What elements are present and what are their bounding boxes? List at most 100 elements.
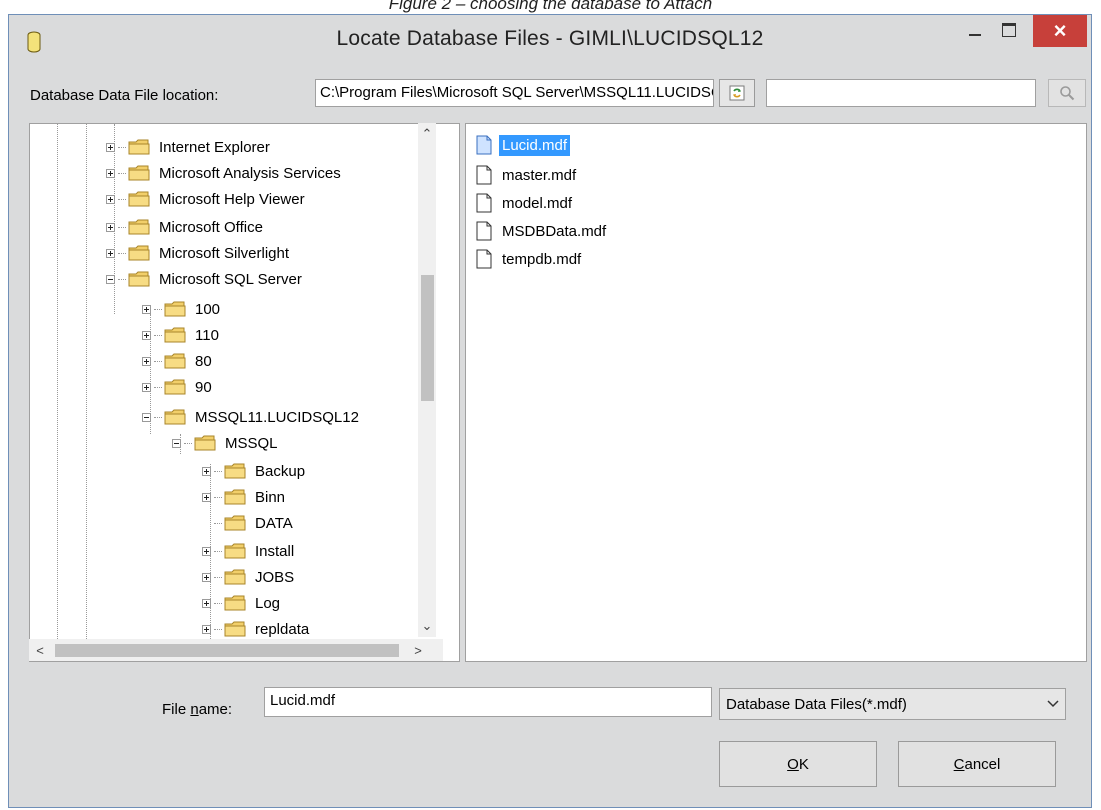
folder-icon [224, 569, 246, 585]
tree-item[interactable]: Binn [202, 484, 287, 510]
location-input[interactable]: C:\Program Files\Microsoft SQL Server\MS… [315, 79, 714, 107]
expand-icon[interactable] [142, 356, 151, 366]
folder-icon [164, 409, 186, 425]
file-list-item[interactable]: master.mdf [476, 162, 579, 188]
locate-database-dialog: Locate Database Files - GIMLI\LUCIDSQL12… [8, 14, 1092, 808]
refresh-icon [729, 85, 745, 101]
tree-item[interactable]: Log [202, 590, 282, 616]
folder-icon [128, 219, 150, 235]
file-name-input[interactable]: Lucid.mdf [264, 687, 712, 717]
folder-icon [224, 595, 246, 611]
tree-item[interactable]: Backup [202, 458, 307, 484]
cancel-button[interactable]: Cancel [898, 741, 1056, 787]
tree-item[interactable]: Microsoft Office [106, 214, 265, 240]
folder-icon [194, 435, 216, 451]
maximize-button[interactable] [987, 15, 1031, 45]
tree-horizontal-scrollbar[interactable]: < > [29, 639, 443, 661]
collapse-icon[interactable] [172, 438, 181, 448]
tree-item-label: Microsoft Help Viewer [159, 190, 305, 208]
window-title: Locate Database Files - GIMLI\LUCIDSQL12 [336, 27, 764, 50]
expand-icon[interactable] [202, 466, 211, 476]
file-list[interactable]: Lucid.mdf master.mdf model.mdf MSDBData.mdf… [465, 123, 1087, 662]
expand-icon[interactable] [202, 598, 211, 608]
scroll-up-arrow[interactable]: ⌃ [418, 123, 436, 145]
maximize-icon [1002, 23, 1016, 37]
expand-icon[interactable] [106, 222, 115, 232]
expand-icon[interactable] [142, 382, 151, 392]
chevron-down-icon [1047, 700, 1059, 708]
collapse-icon[interactable] [142, 412, 151, 422]
tree-item-label: Backup [255, 462, 306, 480]
tree-item[interactable]: DATA [202, 510, 295, 536]
tree-item[interactable]: Microsoft Analysis Services [106, 160, 343, 186]
ok-button[interactable]: OK [719, 741, 877, 787]
file-list-item[interactable]: Lucid.mdf [476, 132, 571, 158]
location-label: Database Data File location: [30, 87, 219, 104]
tree-item-label: Microsoft Analysis Services [159, 164, 341, 182]
refresh-button[interactable] [719, 79, 755, 107]
folder-icon [224, 515, 246, 531]
expand-icon[interactable] [202, 546, 211, 556]
folder-icon [128, 139, 150, 155]
expand-icon[interactable] [142, 330, 151, 340]
collapse-icon[interactable] [106, 274, 115, 284]
expand-icon[interactable] [202, 492, 211, 502]
scroll-down-arrow[interactable]: ⌄ [418, 615, 436, 637]
file-name: tempdb.mdf [502, 250, 582, 268]
minimize-icon [969, 34, 981, 36]
tree-item-label: 110 [195, 326, 219, 344]
scroll-right-arrow[interactable]: > [407, 639, 429, 661]
title-bar[interactable]: Locate Database Files - GIMLI\LUCIDSQL12… [9, 15, 1091, 71]
folder-icon [164, 301, 186, 317]
folder-icon [128, 245, 150, 261]
close-button[interactable]: × [1033, 15, 1087, 47]
folder-icon [224, 543, 246, 559]
tree-item-label: 100 [195, 300, 221, 318]
expand-icon[interactable] [106, 194, 115, 204]
tree-item[interactable]: MSSQL [172, 430, 280, 456]
file-list-item[interactable]: MSDBData.mdf [476, 218, 609, 244]
tree-item-label: Install [255, 542, 295, 560]
tree-item[interactable]: 80 [142, 348, 214, 374]
expand-icon[interactable] [106, 248, 115, 258]
tree-item[interactable]: 110 [142, 322, 221, 348]
tree-item[interactable]: Microsoft Help Viewer [106, 186, 307, 212]
tree-item[interactable]: JOBS [202, 564, 296, 590]
expand-icon[interactable] [106, 142, 115, 152]
tree-item[interactable]: 100 [142, 296, 222, 322]
folder-tree[interactable]: Internet Explorer Microsoft Analysis Serv… [29, 123, 460, 662]
file-icon [476, 193, 492, 213]
folder-icon [128, 165, 150, 181]
file-type-select[interactable]: Database Data Files(*.mdf) [719, 688, 1066, 720]
tree-item[interactable]: Install [202, 538, 296, 564]
tree-item-label: Microsoft Office [159, 218, 263, 236]
tree-item-label: Internet Explorer [159, 138, 270, 156]
expand-icon[interactable] [202, 572, 211, 582]
search-icon [1060, 86, 1075, 101]
scroll-left-arrow[interactable]: < [29, 639, 51, 661]
horizontal-scroll-thumb[interactable] [55, 644, 399, 657]
expand-icon[interactable] [106, 168, 115, 178]
tree-vertical-scrollbar[interactable]: ⌃ ⌄ [418, 123, 436, 637]
tree-item[interactable]: Internet Explorer [106, 134, 272, 160]
file-list-item[interactable]: tempdb.mdf [476, 246, 584, 272]
file-type-value: Database Data Files(*.mdf) [726, 695, 907, 713]
tree-item[interactable]: MSSQL11.LUCIDSQL12 [142, 404, 361, 430]
file-list-item[interactable]: model.mdf [476, 190, 575, 216]
expand-icon[interactable] [202, 624, 211, 634]
tree-item-label: MSSQL11.LUCIDSQL12 [195, 408, 359, 426]
search-input[interactable] [766, 79, 1036, 107]
tree-item[interactable]: 90 [142, 374, 214, 400]
file-name-label: File name: [162, 701, 233, 718]
tree-item-label: DATA [253, 513, 295, 533]
expand-icon[interactable] [142, 304, 151, 314]
search-button[interactable] [1048, 79, 1086, 107]
tree-item[interactable]: Microsoft Silverlight [106, 240, 291, 266]
tree-item-label: MSSQL [225, 434, 278, 452]
tree-item-label: Microsoft SQL Server [159, 270, 302, 288]
tree-item-label: Binn [255, 488, 286, 506]
folder-icon [224, 489, 246, 505]
tree-item[interactable]: Microsoft SQL Server [106, 266, 304, 292]
vertical-scroll-thumb[interactable] [421, 275, 434, 401]
tree-item-label: Log [255, 594, 281, 612]
